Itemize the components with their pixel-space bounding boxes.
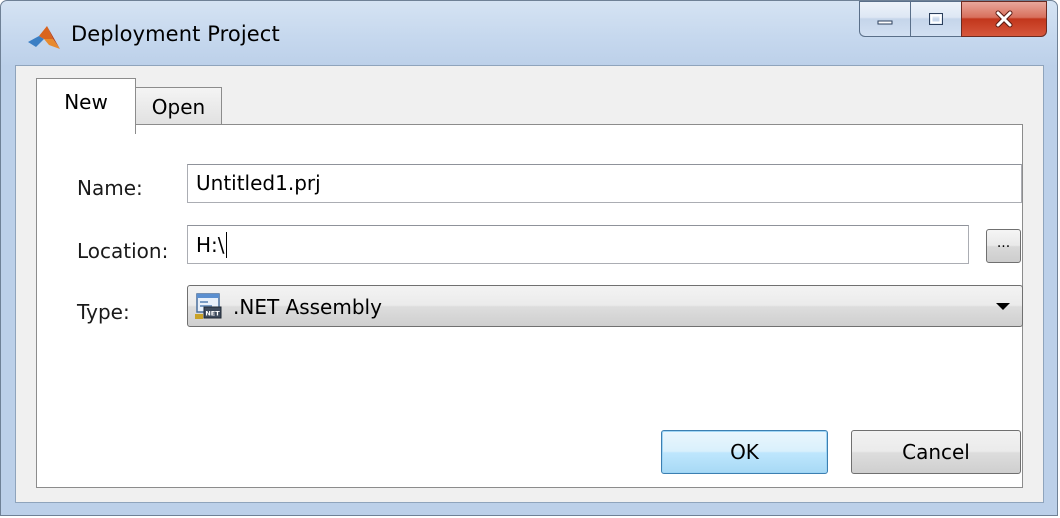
- matlab-logo-icon: [28, 26, 60, 49]
- browse-button[interactable]: ...: [986, 229, 1021, 263]
- window-title: Deployment Project: [71, 22, 280, 46]
- minimize-icon: [877, 20, 893, 25]
- tab-new[interactable]: New: [36, 78, 136, 134]
- type-label: Type:: [77, 300, 130, 324]
- svg-text:NET: NET: [205, 310, 220, 318]
- type-dropdown[interactable]: NET .NET Assembly: [187, 285, 1023, 327]
- chevron-down-icon: [996, 303, 1010, 310]
- cancel-button[interactable]: Cancel: [851, 430, 1021, 474]
- maximize-icon: [929, 13, 943, 25]
- maximize-button[interactable]: [910, 1, 961, 37]
- new-tab-panel: Name: Untitled1.prj Location: H:\ ... Ty…: [36, 124, 1023, 488]
- net-assembly-icon: NET: [195, 293, 222, 319]
- dialog-client-area: New Open Name: Untitled1.prj Location: H…: [15, 65, 1044, 503]
- name-label: Name:: [77, 176, 143, 200]
- name-field[interactable]: Untitled1.prj: [187, 164, 1022, 203]
- location-field[interactable]: H:\: [187, 225, 969, 264]
- type-selected-value: .NET Assembly: [233, 295, 382, 319]
- minimize-button[interactable]: [859, 1, 910, 37]
- location-label: Location:: [77, 239, 169, 263]
- title-bar[interactable]: Deployment Project: [1, 1, 1057, 65]
- close-button[interactable]: [961, 1, 1047, 37]
- text-caret: [225, 232, 227, 258]
- location-value: H:\: [196, 233, 225, 257]
- close-icon: [995, 10, 1013, 28]
- dialog-window: Deployment Project New Open Name: Untitl…: [0, 0, 1058, 516]
- ok-button[interactable]: OK: [661, 430, 828, 474]
- caption-buttons: [859, 1, 1047, 39]
- tab-open[interactable]: Open: [136, 87, 222, 125]
